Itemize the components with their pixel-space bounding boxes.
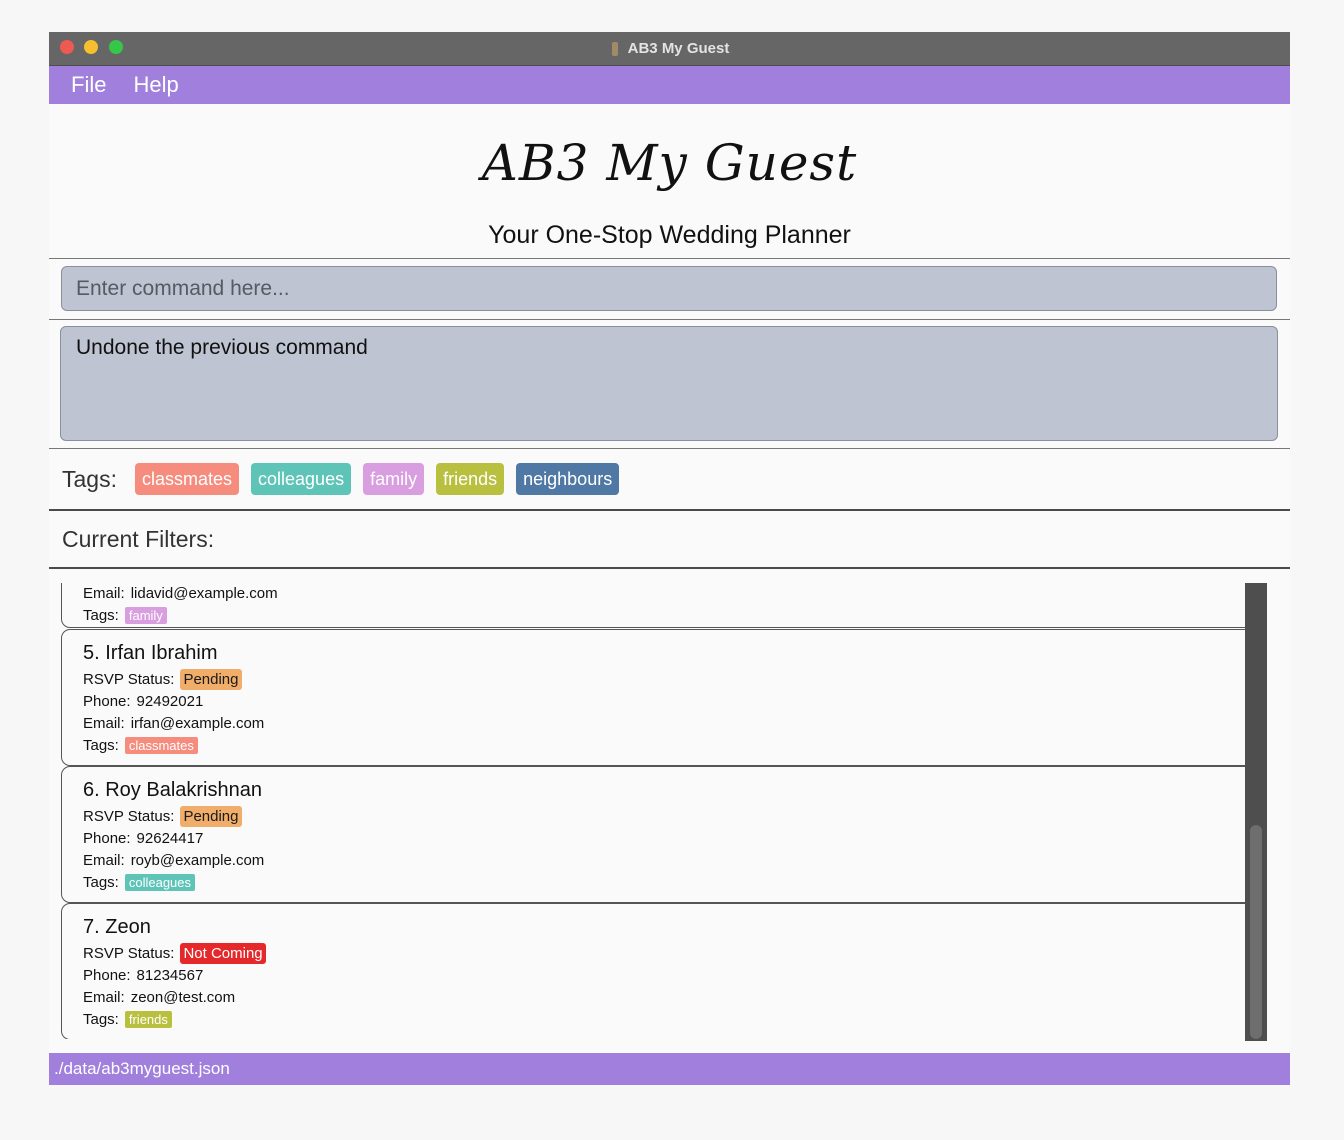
tag-friends[interactable]: friends: [436, 463, 505, 495]
guest-email: zeon@test.com: [130, 988, 236, 1006]
guest-phone-label: Phone:: [83, 692, 131, 710]
guest-tags-row: Tags: colleagues: [83, 871, 1256, 893]
guest-email-label: Email:: [83, 584, 125, 602]
guest-phone: 81234567: [136, 966, 204, 984]
guest-list[interactable]: Email: lidavid@example.com Tags: family …: [49, 583, 1290, 1039]
guest-email-label: Email:: [83, 851, 125, 869]
command-box: [49, 259, 1290, 320]
tag-family[interactable]: family: [363, 463, 425, 495]
window-title-group: AB3 My Guest: [49, 32, 1290, 65]
guest-tag: colleagues: [124, 873, 196, 891]
app-subtitle: Your One-Stop Wedding Planner: [488, 221, 851, 249]
result-display: Undone the previous command: [60, 326, 1278, 441]
guest-email: lidavid@example.com: [130, 584, 278, 602]
app-header: AB3 My Guest Your One-Stop Wedding Plann…: [49, 104, 1290, 259]
app-icon: [610, 41, 620, 56]
guest-tags-row: Tags: classmates: [83, 734, 1256, 756]
guest-rsvp-label: RSVP Status:: [83, 944, 175, 962]
guest-phone: 92624417: [136, 829, 204, 847]
guest-email-label: Email:: [83, 988, 125, 1006]
guest-card[interactable]: 7. Zeon RSVP Status: Not Coming Phone: 8…: [61, 903, 1257, 1039]
result-display-section: Undone the previous command: [49, 320, 1290, 449]
guest-rsvp-label: RSVP Status:: [83, 807, 175, 825]
tags-bar-label: Tags:: [62, 465, 117, 492]
rsvp-status-badge: Pending: [180, 668, 242, 690]
window-title: AB3 My Guest: [627, 40, 730, 57]
guest-name: 7. Zeon: [83, 916, 151, 938]
guest-email-row: Email: zeon@test.com: [83, 986, 1256, 1008]
command-input[interactable]: [61, 266, 1277, 311]
menu-bar: File Help: [49, 66, 1290, 104]
tags-bar: Tags: classmates colleagues family frien…: [49, 449, 1290, 511]
guest-phone-label: Phone:: [83, 829, 131, 847]
guest-email-row: Email: royb@example.com: [83, 849, 1256, 871]
guest-phone-row: Phone: 92492021: [83, 690, 1256, 712]
guest-email-row: Email: irfan@example.com: [83, 712, 1256, 734]
status-bar: ./data/ab3myguest.json: [49, 1053, 1290, 1085]
scrollbar-thumb[interactable]: [1250, 825, 1262, 1039]
filters-label: Current Filters:: [62, 525, 215, 552]
guest-card[interactable]: 5. Irfan Ibrahim RSVP Status: Pending Ph…: [61, 629, 1257, 766]
guest-card[interactable]: 6. Roy Balakrishnan RSVP Status: Pending…: [61, 766, 1257, 903]
guest-tag: classmates: [124, 736, 198, 754]
guest-tag: friends: [124, 1010, 172, 1028]
guest-card-partial[interactable]: Email: lidavid@example.com Tags: family: [61, 583, 1257, 628]
guest-email-row: Email: lidavid@example.com: [83, 583, 1256, 604]
guest-tags-label: Tags:: [83, 873, 119, 891]
app-window: AB3 My Guest File Help AB3 My Guest Your…: [49, 32, 1290, 1085]
guest-name: 6. Roy Balakrishnan: [83, 779, 262, 801]
app-title: AB3 My Guest: [481, 134, 858, 192]
tag-classmates[interactable]: classmates: [134, 463, 240, 495]
guest-tags-label: Tags:: [83, 606, 119, 624]
guest-tag: family: [124, 606, 167, 624]
data-file-path: ./data/ab3myguest.json: [54, 1059, 230, 1078]
guest-tags-row: Tags: friends: [83, 1008, 1256, 1030]
rsvp-status-badge: Pending: [180, 805, 242, 827]
tag-colleagues[interactable]: colleagues: [251, 463, 352, 495]
tag-neighbours[interactable]: neighbours: [516, 463, 620, 495]
guest-rsvp-row: RSVP Status: Pending: [83, 668, 1256, 690]
filters-bar: Current Filters:: [49, 511, 1290, 569]
guest-phone-label: Phone:: [83, 966, 131, 984]
title-bar: AB3 My Guest: [49, 32, 1290, 66]
guest-email: royb@example.com: [130, 851, 265, 869]
guest-tags-row: Tags: family: [83, 604, 1256, 626]
guest-rsvp-row: RSVP Status: Pending: [83, 805, 1256, 827]
guest-rsvp-row: RSVP Status: Not Coming: [83, 942, 1256, 964]
guest-tags-label: Tags:: [83, 736, 119, 754]
guest-name: 5. Irfan Ibrahim: [83, 642, 218, 664]
guest-email: irfan@example.com: [130, 714, 265, 732]
guest-phone-row: Phone: 92624417: [83, 827, 1256, 849]
rsvp-status-badge: Not Coming: [180, 942, 266, 964]
guest-list-scrollbar[interactable]: [1245, 583, 1267, 1041]
menu-file[interactable]: File: [71, 72, 106, 98]
menu-help[interactable]: Help: [133, 72, 178, 98]
guest-email-label: Email:: [83, 714, 125, 732]
guest-phone-row: Phone: 81234567: [83, 964, 1256, 986]
guest-phone: 92492021: [136, 692, 204, 710]
guest-tags-label: Tags:: [83, 1010, 119, 1028]
guest-rsvp-label: RSVP Status:: [83, 670, 175, 688]
